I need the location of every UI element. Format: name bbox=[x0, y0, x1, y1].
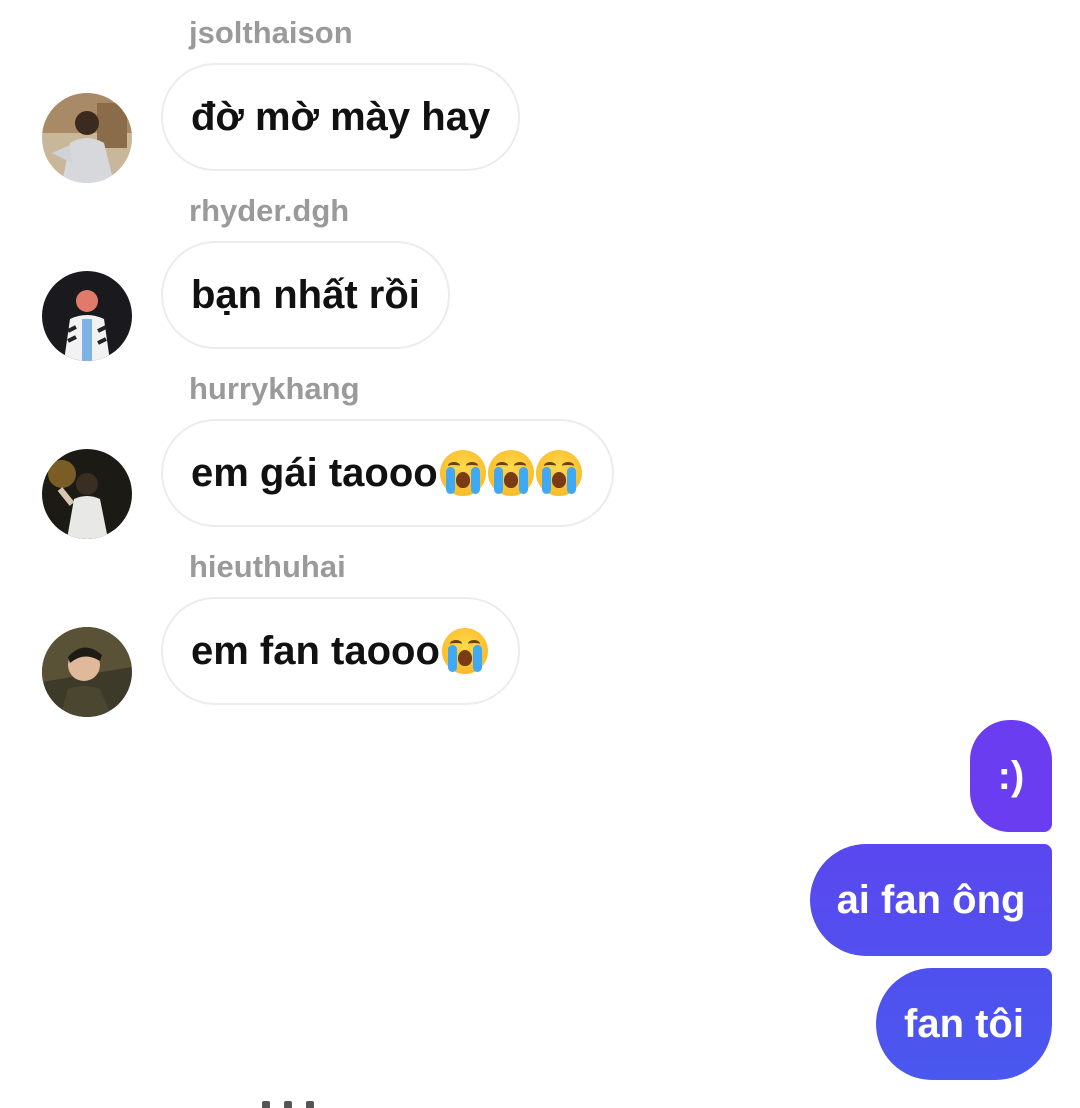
avatar-image bbox=[42, 627, 132, 717]
avatar-image bbox=[42, 449, 132, 539]
sent-message-bubble[interactable]: :) bbox=[970, 720, 1052, 832]
cut-off-content bbox=[262, 1096, 352, 1108]
message-text: ai fan ông bbox=[836, 877, 1026, 922]
sent-message-bubble[interactable]: ai fan ông bbox=[810, 844, 1052, 956]
message-text: em gái taooo bbox=[191, 450, 438, 495]
message-bubble[interactable]: em gái taooo bbox=[161, 419, 614, 527]
loudly-crying-face-icon bbox=[535, 450, 582, 496]
avatar-image bbox=[42, 93, 132, 183]
avatar[interactable] bbox=[42, 627, 132, 717]
avatar[interactable] bbox=[42, 449, 132, 539]
loudly-crying-face-icon bbox=[441, 628, 488, 674]
message-text: em fan taooo bbox=[191, 628, 440, 673]
message-text: bạn nhất rồi bbox=[191, 272, 420, 317]
message-bubble[interactable]: em fan taooo bbox=[161, 597, 520, 705]
message-bubble[interactable]: bạn nhất rồi bbox=[161, 241, 450, 349]
emoji-group bbox=[439, 450, 584, 496]
loudly-crying-face-icon bbox=[487, 450, 534, 496]
avatar[interactable] bbox=[42, 271, 132, 361]
message-text: fan tôi bbox=[904, 1001, 1024, 1046]
avatar-image bbox=[42, 271, 132, 361]
sender-username[interactable]: hurrykhang bbox=[189, 373, 360, 404]
message-bubble[interactable]: đờ mờ mày hay bbox=[161, 63, 521, 171]
sender-username[interactable]: jsolthaison bbox=[189, 17, 353, 48]
message-text: :) bbox=[997, 753, 1025, 798]
sender-username[interactable]: hieuthuhai bbox=[189, 551, 346, 582]
loudly-crying-face-icon bbox=[439, 450, 486, 496]
sender-username[interactable]: rhyder.dgh bbox=[189, 195, 349, 226]
message-text: đờ mờ mày hay bbox=[191, 94, 491, 139]
avatar[interactable] bbox=[42, 93, 132, 183]
sent-message-bubble[interactable]: fan tôi bbox=[876, 968, 1052, 1080]
emoji-group bbox=[441, 628, 490, 674]
